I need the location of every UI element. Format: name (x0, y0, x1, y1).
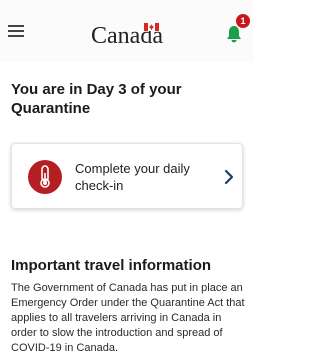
quarantine-status-title: You are in Day 3 of your Quarantine (11, 81, 182, 117)
flag-icon (144, 23, 159, 31)
travel-info-body: The Government of Canada has put in plac… (11, 282, 245, 354)
app-header: Canada 1 (0, 0, 253, 62)
chevron-right-icon (224, 169, 234, 185)
canada-wordmark: Canada (91, 22, 163, 50)
menu-icon[interactable] (8, 25, 24, 38)
checkin-label: Complete your daily check-in (75, 161, 190, 193)
travel-info-title: Important travel information (11, 257, 212, 274)
notification-badge: 1 (236, 14, 250, 28)
daily-checkin-card[interactable]: Complete your daily check-in (11, 143, 243, 209)
thermometer-icon (28, 160, 62, 194)
